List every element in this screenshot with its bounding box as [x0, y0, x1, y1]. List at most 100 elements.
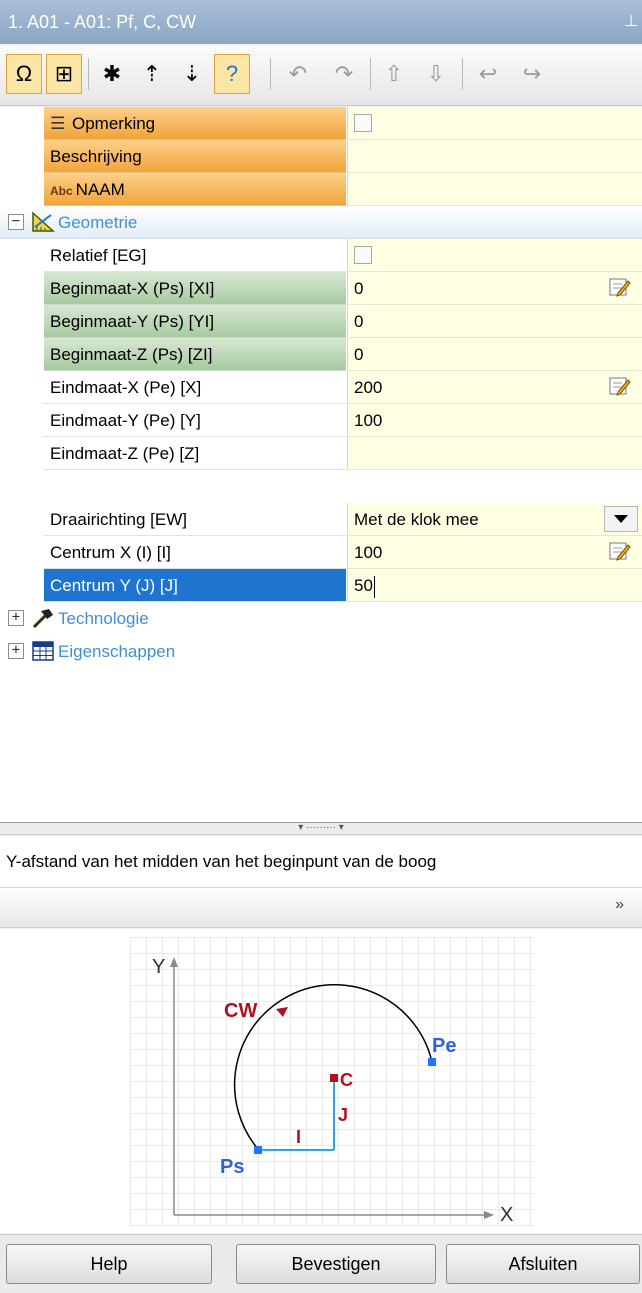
text-abc-icon: Abc [50, 184, 73, 198]
property-row-beginmaat-z[interactable]: Beginmaat-Z (Ps) [ZI] 0 [0, 338, 642, 371]
help-query-icon[interactable]: ? [214, 54, 250, 94]
property-value[interactable]: 0 [347, 338, 642, 371]
help-button[interactable]: Help [6, 1244, 212, 1284]
rotate-left-icon[interactable]: ↶ [280, 54, 316, 94]
property-label: Beginmaat-X (Ps) [XI] [44, 272, 346, 305]
button-bar: Help Bevestigen Afsluiten [0, 1234, 642, 1293]
group-header-technologie[interactable]: + Technologie [0, 602, 642, 635]
edit-pencil-icon[interactable] [608, 375, 632, 397]
property-row-centrum-x[interactable]: Centrum X (I) [I] 100 [0, 536, 642, 569]
double-chevron-down-icon[interactable]: » [615, 896, 624, 914]
toolbar-separator [462, 58, 463, 90]
property-value[interactable] [347, 140, 642, 173]
i-label: I [296, 1127, 301, 1147]
hammer-icon [30, 606, 56, 630]
property-label: Draairichting [EW] [44, 503, 346, 536]
group-header-geometrie[interactable]: − Geometrie [0, 206, 642, 239]
group-header-eigenschappen[interactable]: + Eigenschappen [0, 635, 642, 668]
text-cursor [373, 575, 375, 598]
toolbar: Ω ⊞ ✱ ⇡ ⇣ ? ↶ ↷ ⇧ ⇩ ↩ ↪ [0, 46, 642, 106]
property-value[interactable]: 200 [347, 371, 642, 404]
properties-table-icon [30, 639, 56, 663]
diagram-panel: Y X CW I J Ps Pe C [0, 929, 642, 1233]
property-value[interactable] [347, 173, 642, 206]
arc-diagram: Y X CW I J Ps Pe C [130, 937, 534, 1227]
property-label-selected: Centrum Y (J) [J] [44, 569, 346, 602]
sort-up-icon[interactable]: ⇧ [376, 54, 412, 94]
ps-label: Ps [220, 1156, 244, 1178]
pe-point [428, 1058, 436, 1066]
group-label: Technologie [58, 609, 149, 628]
group-label: Eigenschappen [58, 642, 176, 661]
edit-pencil-icon[interactable] [608, 276, 632, 298]
direction-select[interactable]: Met de klok mee [347, 503, 642, 536]
redo-icon[interactable]: ↪ [514, 54, 550, 94]
property-grid: ☰ Opmerking Beschrijving Abc NAAM − Geomet… [0, 107, 642, 823]
property-value[interactable] [347, 239, 642, 272]
property-value[interactable] [347, 107, 642, 140]
new-item-icon[interactable]: ✱ [94, 54, 130, 94]
property-label: Beginmaat-Y (Ps) [YI] [44, 305, 346, 338]
panel-splitter[interactable]: ▾ ········· ▾ [0, 823, 642, 835]
pin-icon[interactable]: ⊥ [624, 0, 638, 44]
property-row-draairichting[interactable]: Draairichting [EW] Met de klok mee [0, 503, 642, 536]
sort-down-icon[interactable]: ⇩ [418, 54, 454, 94]
property-label: Relatief [EG] [44, 239, 346, 272]
property-value[interactable]: 0 [347, 272, 642, 305]
property-label: Eindmaat-Y (Pe) [Y] [44, 404, 346, 437]
property-value[interactable]: 0 [347, 305, 642, 338]
property-row-beginmaat-x[interactable]: Beginmaat-X (Ps) [XI] 0 [0, 272, 642, 305]
rotate-right-icon[interactable]: ↷ [326, 54, 362, 94]
expand-toggle[interactable]: + [8, 610, 24, 626]
property-row-relatief[interactable]: Relatief [EG] [0, 239, 642, 272]
move-up-icon[interactable]: ⇡ [134, 54, 170, 94]
grid-table-icon[interactable]: ⊞ [46, 54, 82, 94]
centrum-y-input[interactable]: 50 [347, 569, 642, 602]
property-row-beginmaat-y[interactable]: Beginmaat-Y (Ps) [YI] 0 [0, 305, 642, 338]
property-label: Eindmaat-X (Pe) [X] [44, 371, 346, 404]
chevron-down-icon[interactable] [604, 506, 638, 532]
collapse-toggle[interactable]: − [8, 214, 24, 230]
property-value[interactable]: 100 [347, 404, 642, 437]
ps-point [254, 1146, 262, 1154]
x-axis-label: X [500, 1204, 513, 1226]
pe-label: Pe [432, 1035, 456, 1057]
property-row-eindmaat-x[interactable]: Eindmaat-X (Pe) [X] 200 [0, 371, 642, 404]
undo-icon[interactable]: ↩ [470, 54, 506, 94]
toolbar-separator [88, 58, 89, 90]
cw-label: CW [224, 1000, 257, 1022]
expand-toggle[interactable]: + [8, 643, 24, 659]
window-title: 1. A01 - A01: Pf, C, CW [8, 12, 197, 32]
description-toolbar: » [0, 888, 642, 928]
comment-list-icon: ☰ [50, 114, 66, 133]
group-label: Geometrie [58, 213, 138, 232]
property-row-centrum-y[interactable]: Centrum Y (J) [J] 50 [0, 569, 642, 602]
property-row-eindmaat-y[interactable]: Eindmaat-Y (Pe) [Y] 100 [0, 404, 642, 437]
edit-pencil-icon[interactable] [608, 540, 632, 562]
property-label: ☰ Opmerking [44, 107, 346, 140]
property-row-opmerking[interactable]: ☰ Opmerking [0, 107, 642, 140]
property-row-eindmaat-z[interactable]: Eindmaat-Z (Pe) [Z] [0, 437, 642, 470]
checkbox[interactable] [354, 246, 372, 265]
move-down-icon[interactable]: ⇣ [174, 54, 210, 94]
confirm-button[interactable]: Bevestigen [236, 1244, 436, 1284]
property-label: Centrum X (I) [I] [44, 536, 346, 569]
toolbar-separator [370, 58, 371, 90]
omega-icon[interactable]: Ω [6, 54, 42, 94]
property-value[interactable]: 100 [347, 536, 642, 569]
property-row-naam[interactable]: Abc NAAM [0, 173, 642, 206]
description-text: Y-afstand van het midden van het beginpu… [0, 836, 642, 888]
property-value[interactable] [347, 437, 642, 470]
property-label: Beginmaat-Z (Ps) [ZI] [44, 338, 346, 371]
checkbox[interactable] [354, 114, 372, 133]
property-row-beschrijving[interactable]: Beschrijving [0, 140, 642, 173]
window-title-bar: 1. A01 - A01: Pf, C, CW ⊥ [0, 0, 642, 44]
y-axis-label: Y [152, 956, 165, 978]
geometry-ruler-icon [30, 210, 56, 234]
close-button[interactable]: Afsluiten [446, 1244, 640, 1284]
toolbar-separator [270, 58, 271, 90]
property-label: Eindmaat-Z (Pe) [Z] [44, 437, 346, 470]
property-label: Beschrijving [44, 140, 346, 173]
center-label: C [340, 1070, 353, 1090]
property-label: Abc NAAM [44, 173, 346, 206]
